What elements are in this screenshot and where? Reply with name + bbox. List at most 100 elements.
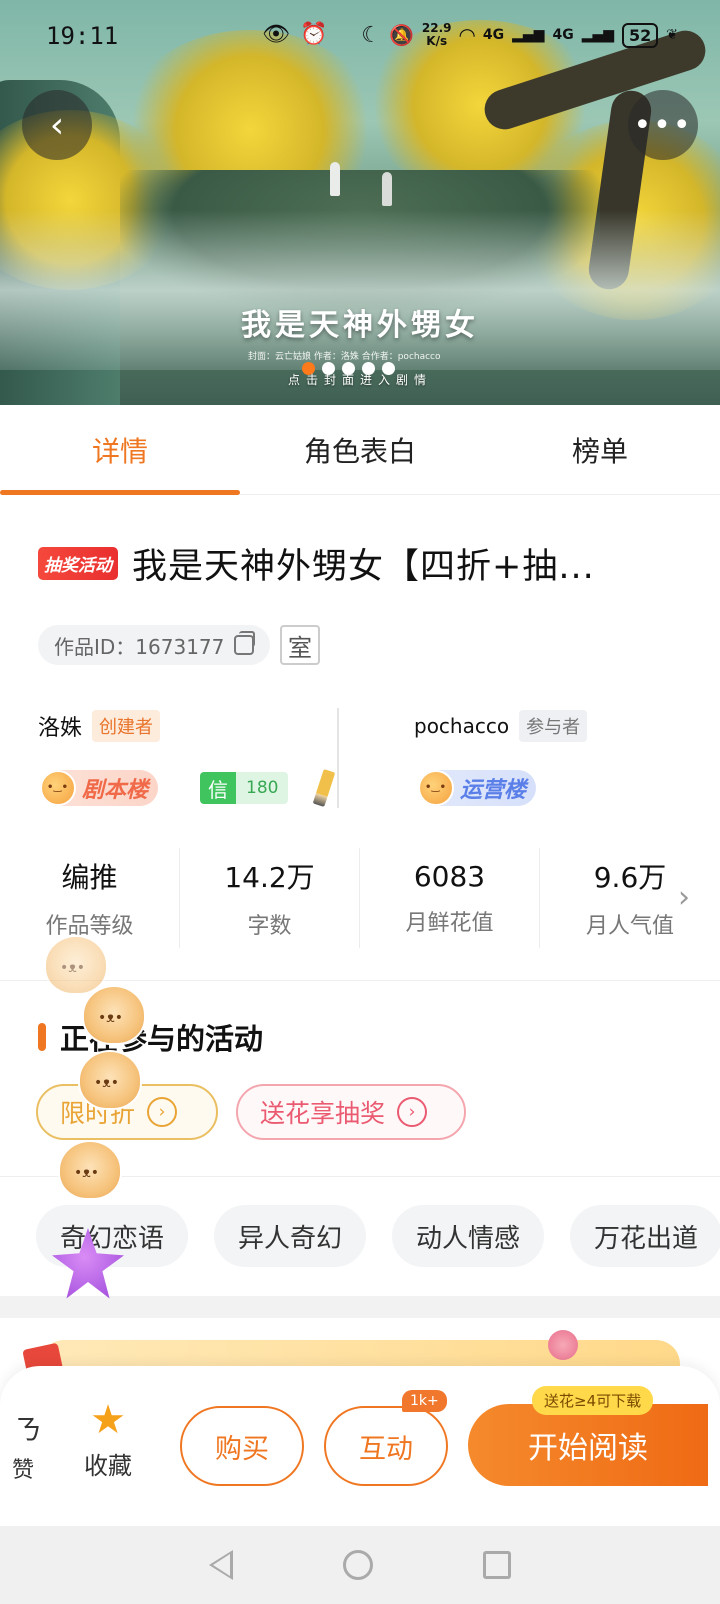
thumbs-up-icon[interactable]: ㄋ bbox=[14, 1408, 42, 1448]
section-marker bbox=[38, 1023, 46, 1051]
wifi-icon: ◠ bbox=[459, 23, 475, 47]
work-id-text: 作品ID：1673177 bbox=[54, 634, 225, 659]
detail-tabs: 详情 角色表白 榜单 bbox=[0, 405, 720, 495]
mute-icon: 🔕 bbox=[389, 23, 414, 47]
banner-art-mist bbox=[0, 210, 720, 370]
avatar-face-icon bbox=[40, 770, 76, 806]
nav-back-icon[interactable] bbox=[209, 1550, 233, 1580]
genre-tags: 奇幻恋语 异人奇幻 动人情感 万花出道 bbox=[36, 1205, 720, 1267]
like-label[interactable]: 赞 bbox=[12, 1452, 34, 1484]
trust-label: 信 bbox=[200, 772, 236, 804]
status-right-icons: ☾ 🔕 22.9 K/s ◠ 4G ▂▄▆ 4G ▂▄▆ 52 ❦ bbox=[361, 22, 678, 48]
start-reading-button[interactable]: 开始阅读 bbox=[468, 1404, 708, 1486]
section-gap bbox=[0, 1296, 720, 1318]
pencil-icon bbox=[312, 769, 336, 807]
mascot-sticker[interactable] bbox=[58, 1140, 122, 1200]
stat-value: 14.2万 bbox=[224, 861, 315, 894]
work-title: 我是天神外甥女【四折+抽... bbox=[132, 547, 595, 587]
status-time: 19:11 bbox=[46, 22, 119, 50]
participant-badge: 参与者 bbox=[519, 710, 588, 742]
stat-label: 月鲜花值 bbox=[405, 910, 494, 936]
chevron-right-icon: › bbox=[397, 1097, 428, 1127]
tab-ranking[interactable]: 榜单 bbox=[480, 405, 720, 494]
banner-art-figure bbox=[330, 162, 340, 196]
participant-name: pochacco bbox=[414, 714, 510, 738]
moon-icon: ☾ bbox=[361, 22, 381, 48]
nav-recents-icon[interactable] bbox=[483, 1551, 511, 1579]
more-dots-icon: ••• bbox=[633, 107, 693, 143]
banner-art-figure bbox=[382, 172, 392, 206]
chevron-right-icon: › bbox=[147, 1097, 178, 1127]
trust-badge: 信 180 bbox=[200, 772, 289, 804]
work-id-pill[interactable]: 作品ID：1673177 bbox=[38, 625, 271, 665]
nav-home-icon[interactable] bbox=[343, 1550, 373, 1580]
activity-label: 送花享抽奖 bbox=[260, 1099, 386, 1128]
favorite-label: 收藏 bbox=[84, 1452, 132, 1480]
status-bar: 19:11 👁 ⏰ ☾ 🔕 22.9 K/s ◠ 4G ▂▄▆ 4G ▂▄▆ 52… bbox=[0, 0, 720, 74]
stat-label: 字数 bbox=[247, 914, 292, 939]
stat-word-count: 14.2万 字数 bbox=[180, 848, 360, 948]
tab-details[interactable]: 详情 bbox=[0, 405, 240, 494]
script-building-label: 剧本楼 bbox=[82, 778, 149, 803]
signal-4g-2: 4G bbox=[552, 27, 574, 43]
banner-credits: 封面：云亡姑娘 作者：洛姝 合作者：pochacco bbox=[248, 352, 441, 362]
genre-tag[interactable]: 万花出道 bbox=[570, 1205, 720, 1267]
copy-icon[interactable] bbox=[234, 631, 256, 655]
stat-monthly-popularity: 9.6万 月人气值 bbox=[540, 848, 720, 948]
creator-info[interactable]: 洛姝 创建者 bbox=[38, 710, 161, 742]
stat-label: 月人气值 bbox=[585, 914, 674, 939]
status-left-icons: 👁 ⏰ bbox=[262, 22, 327, 47]
flower-icon bbox=[548, 1330, 578, 1360]
app-page: 我是天神外甥女 封面：云亡姑娘 作者：洛姝 合作者：pochacco 点击封面进… bbox=[0, 0, 720, 1604]
mascot-sticker[interactable] bbox=[44, 935, 108, 995]
eye-icon: 👁 bbox=[262, 22, 290, 47]
operations-building-tag[interactable]: 运营楼 bbox=[418, 770, 537, 806]
participant-info[interactable]: pochacco 参与者 bbox=[414, 710, 588, 742]
stat-label: 作品等级 bbox=[45, 914, 134, 939]
lottery-tag: 抽奖活动 bbox=[38, 547, 118, 580]
back-button[interactable]: ‹ bbox=[22, 90, 92, 160]
stat-value: 编推 bbox=[61, 861, 118, 894]
chevron-right-icon[interactable]: › bbox=[678, 880, 690, 915]
activity-flower-lottery[interactable]: 送花享抽奖 › bbox=[236, 1084, 466, 1140]
stat-value: 6083 bbox=[413, 859, 486, 893]
interact-count-badge: 1k+ bbox=[402, 1390, 447, 1412]
trust-value: 180 bbox=[236, 772, 289, 804]
operations-building-label: 运营楼 bbox=[460, 778, 527, 803]
stat-level: 编推 作品等级 bbox=[0, 848, 180, 948]
star-icon: ★ bbox=[90, 1397, 126, 1443]
leaf-icon: ❦ bbox=[666, 27, 678, 43]
script-building-tag[interactable]: 剧本楼 bbox=[40, 770, 159, 806]
work-stats[interactable]: 编推 作品等级 14.2万 字数 6083 月鲜花值 9.6万 月人气值 bbox=[0, 848, 720, 948]
buy-button[interactable]: 购买 bbox=[180, 1406, 304, 1486]
banner-hint: 点击封面进入剧情 bbox=[287, 373, 432, 387]
creator-divider bbox=[337, 708, 339, 808]
room-button[interactable]: 室 bbox=[280, 625, 320, 665]
creator-badge: 创建者 bbox=[92, 710, 161, 742]
signal-bars-icon: ▂▄▆ bbox=[512, 27, 545, 43]
alarm-icon: ⏰ bbox=[299, 22, 328, 47]
genre-tag[interactable]: 异人奇幻 bbox=[214, 1205, 367, 1267]
system-nav-bar bbox=[0, 1526, 720, 1604]
mascot-sticker[interactable] bbox=[82, 985, 146, 1045]
creator-name: 洛姝 bbox=[38, 716, 83, 741]
mascot-sticker[interactable] bbox=[78, 1050, 142, 1110]
download-tip-badge: 送花≥4可下载 bbox=[532, 1386, 654, 1415]
signal-bars-icon: ▂▄▆ bbox=[581, 27, 614, 43]
stat-value: 9.6万 bbox=[593, 861, 667, 894]
banner-title: 我是天神外甥女 bbox=[241, 308, 479, 343]
divider bbox=[0, 980, 720, 981]
tab-character-confession[interactable]: 角色表白 bbox=[240, 405, 480, 494]
avatar-face-icon bbox=[418, 770, 454, 806]
interact-button[interactable]: 互动 bbox=[324, 1406, 448, 1486]
genre-tag[interactable]: 动人情感 bbox=[392, 1205, 545, 1267]
more-button[interactable]: ••• bbox=[628, 90, 698, 160]
favorite-button[interactable]: ★ 收藏 bbox=[78, 1400, 138, 1481]
stat-monthly-flowers: 6083 月鲜花值 bbox=[360, 848, 540, 948]
activities-header: 正在参与的活动 bbox=[38, 1016, 263, 1058]
net-speed: 22.9 K/s bbox=[421, 21, 452, 48]
chevron-left-icon: ‹ bbox=[49, 104, 65, 146]
signal-4g-1: 4G bbox=[482, 27, 505, 43]
tab-indicator bbox=[0, 490, 240, 495]
battery-icon: 52 bbox=[622, 22, 659, 48]
